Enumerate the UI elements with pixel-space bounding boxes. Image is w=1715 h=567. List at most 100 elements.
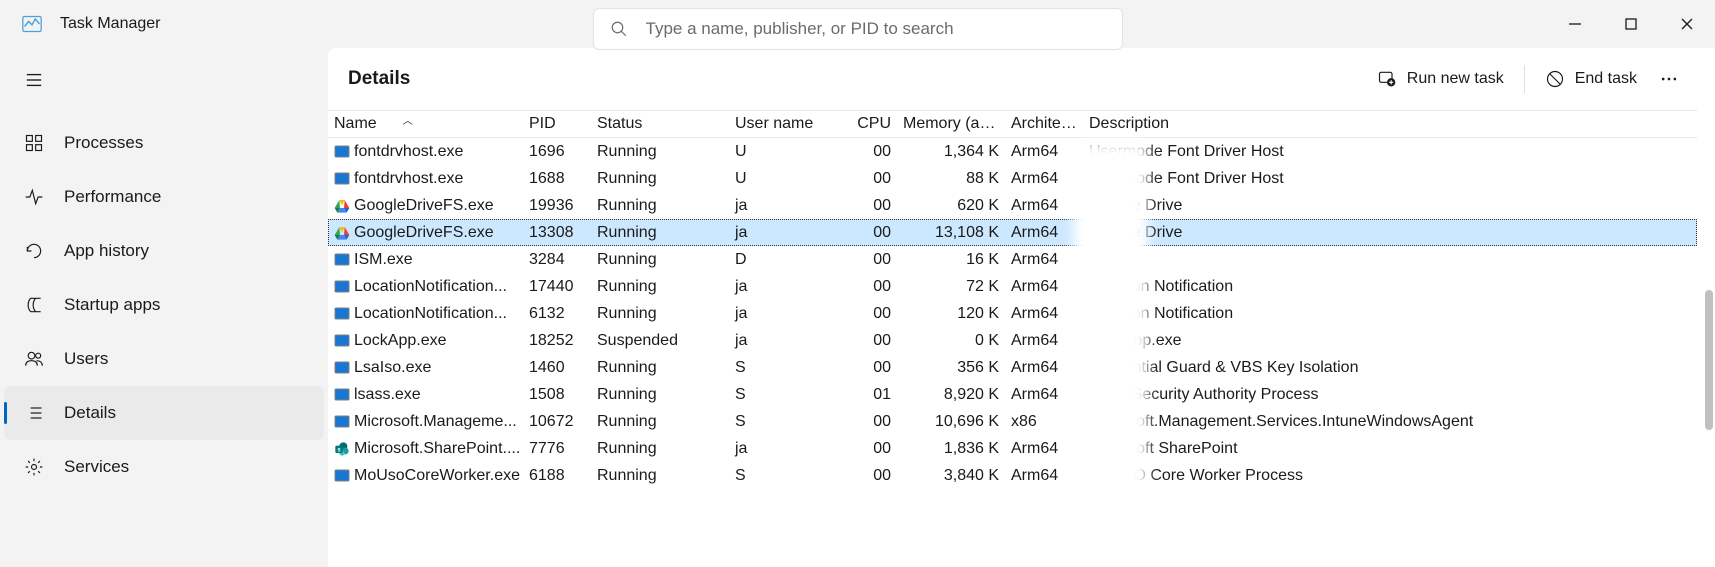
details-table-container: Name︿ PID Status User name CPU Memory (a…: [328, 110, 1715, 567]
col-header-cpu[interactable]: CPU: [849, 111, 897, 138]
services-icon: [22, 455, 46, 479]
process-pid: 1460: [523, 354, 591, 381]
table-row[interactable]: fontdrvhost.exe1696RunningU001,364 KArm6…: [328, 138, 1697, 166]
process-cpu: 00: [849, 300, 897, 327]
startup-apps-icon: [22, 293, 46, 317]
process-memory: 356 K: [897, 354, 1005, 381]
app-icon: [22, 14, 42, 34]
col-header-name[interactable]: Name︿: [328, 111, 523, 138]
sidebar-item-label: Details: [64, 403, 116, 423]
end-task-button[interactable]: End task: [1531, 59, 1651, 99]
sidebar-item-label: Startup apps: [64, 295, 160, 315]
table-row[interactable]: LocationNotification...17440Runningja007…: [328, 273, 1697, 300]
col-header-desc[interactable]: Description: [1083, 111, 1697, 138]
process-user: U: [729, 138, 849, 166]
process-description: Credential Guard & VBS Key Isolation: [1083, 354, 1697, 381]
sidebar-item-details[interactable]: Details: [4, 386, 324, 440]
process-name: ISM.exe: [354, 251, 413, 269]
sidebar-item-services[interactable]: Services: [4, 440, 324, 494]
process-cpu: 00: [849, 273, 897, 300]
process-arch: Arm64: [1005, 354, 1083, 381]
process-arch: Arm64: [1005, 381, 1083, 408]
process-name: LocationNotification...: [354, 305, 507, 323]
sidebar-item-performance[interactable]: Performance: [4, 170, 324, 224]
process-user: ja: [729, 435, 849, 462]
more-button[interactable]: [1651, 69, 1687, 89]
close-button[interactable]: [1659, 0, 1715, 48]
process-memory: 0 K: [897, 327, 1005, 354]
sidebar-item-label: App history: [64, 241, 149, 261]
maximize-button[interactable]: [1603, 0, 1659, 48]
process-description: Google Drive: [1083, 192, 1697, 219]
process-cpu: 00: [849, 327, 897, 354]
process-description: MoUSO Core Worker Process: [1083, 462, 1697, 489]
process-name: LsaIso.exe: [354, 359, 431, 377]
process-arch: Arm64: [1005, 165, 1083, 192]
process-name: lsass.exe: [354, 386, 421, 404]
col-header-arch[interactable]: Architec...: [1005, 111, 1083, 138]
details-table[interactable]: Name︿ PID Status User name CPU Memory (a…: [328, 110, 1697, 489]
process-description: Google Drive: [1083, 219, 1697, 246]
run-new-task-button[interactable]: Run new task: [1363, 59, 1518, 99]
app-history-icon: [22, 239, 46, 263]
table-row[interactable]: Microsoft.Manageme...10672RunningS0010,6…: [328, 408, 1697, 435]
process-pid: 1508: [523, 381, 591, 408]
vertical-scrollbar[interactable]: [1705, 290, 1713, 430]
process-user: S: [729, 408, 849, 435]
process-arch: Arm64: [1005, 300, 1083, 327]
process-cpu: 01: [849, 381, 897, 408]
table-row[interactable]: GoogleDriveFS.exe19936Runningja00620 KAr…: [328, 192, 1697, 219]
table-row[interactable]: LockApp.exe18252Suspendedja000 KArm64Loc…: [328, 327, 1697, 354]
table-row[interactable]: fontdrvhost.exe1688RunningU0088 KArm64Us…: [328, 165, 1697, 192]
process-memory: 16 K: [897, 246, 1005, 273]
process-arch: Arm64: [1005, 138, 1083, 166]
process-status: Running: [591, 435, 729, 462]
table-row[interactable]: MoUsoCoreWorker.exe6188RunningS003,840 K…: [328, 462, 1697, 489]
process-memory: 72 K: [897, 273, 1005, 300]
sidebar-item-users[interactable]: Users: [4, 332, 324, 386]
process-memory: 13,108 K: [897, 219, 1005, 246]
sidebar-item-app-history[interactable]: App history: [4, 224, 324, 278]
table-row[interactable]: lsass.exe1508RunningS018,920 KArm64Local…: [328, 381, 1697, 408]
more-icon: [1659, 69, 1679, 89]
table-row[interactable]: LsaIso.exe1460RunningS00356 KArm64Creden…: [328, 354, 1697, 381]
table-header-row[interactable]: Name︿ PID Status User name CPU Memory (a…: [328, 111, 1697, 138]
process-arch: Arm64: [1005, 462, 1083, 489]
process-memory: 1,364 K: [897, 138, 1005, 166]
process-icon: [334, 279, 350, 295]
process-icon: [334, 414, 350, 430]
process-description: Microsoft.Management.Services.IntuneWind…: [1083, 408, 1697, 435]
table-row[interactable]: GoogleDriveFS.exe13308Runningja0013,108 …: [328, 219, 1697, 246]
sidebar-item-label: Users: [64, 349, 108, 369]
process-cpu: 00: [849, 192, 897, 219]
process-status: Running: [591, 381, 729, 408]
process-name: GoogleDriveFS.exe: [354, 197, 494, 215]
col-header-user[interactable]: User name: [729, 111, 849, 138]
process-pid: 1696: [523, 138, 591, 166]
table-row[interactable]: ISM.exe3284RunningD0016 KArm64ISM: [328, 246, 1697, 273]
minimize-button[interactable]: [1547, 0, 1603, 48]
search-input[interactable]: [646, 19, 1106, 39]
table-row[interactable]: sMicrosoft.SharePoint....7776Runningja00…: [328, 435, 1697, 462]
search-box[interactable]: [593, 8, 1123, 50]
process-user: D: [729, 246, 849, 273]
process-icon: [334, 306, 350, 322]
table-row[interactable]: LocationNotification...6132Runningja0012…: [328, 300, 1697, 327]
process-icon: [334, 333, 350, 349]
hamburger-button[interactable]: [14, 60, 54, 100]
process-user: S: [729, 462, 849, 489]
process-icon: [334, 360, 350, 376]
process-name: fontdrvhost.exe: [354, 143, 463, 161]
process-pid: 18252: [523, 327, 591, 354]
process-cpu: 00: [849, 219, 897, 246]
process-pid: 7776: [523, 435, 591, 462]
col-header-status[interactable]: Status: [591, 111, 729, 138]
sidebar-item-startup-apps[interactable]: Startup apps: [4, 278, 324, 332]
content-header: Details Run new task End task: [328, 48, 1715, 110]
col-header-pid[interactable]: PID: [523, 111, 591, 138]
process-icon: [334, 171, 350, 187]
col-header-memory[interactable]: Memory (ac...: [897, 111, 1005, 138]
sidebar-item-processes[interactable]: Processes: [4, 116, 324, 170]
process-status: Running: [591, 246, 729, 273]
process-status: Running: [591, 165, 729, 192]
